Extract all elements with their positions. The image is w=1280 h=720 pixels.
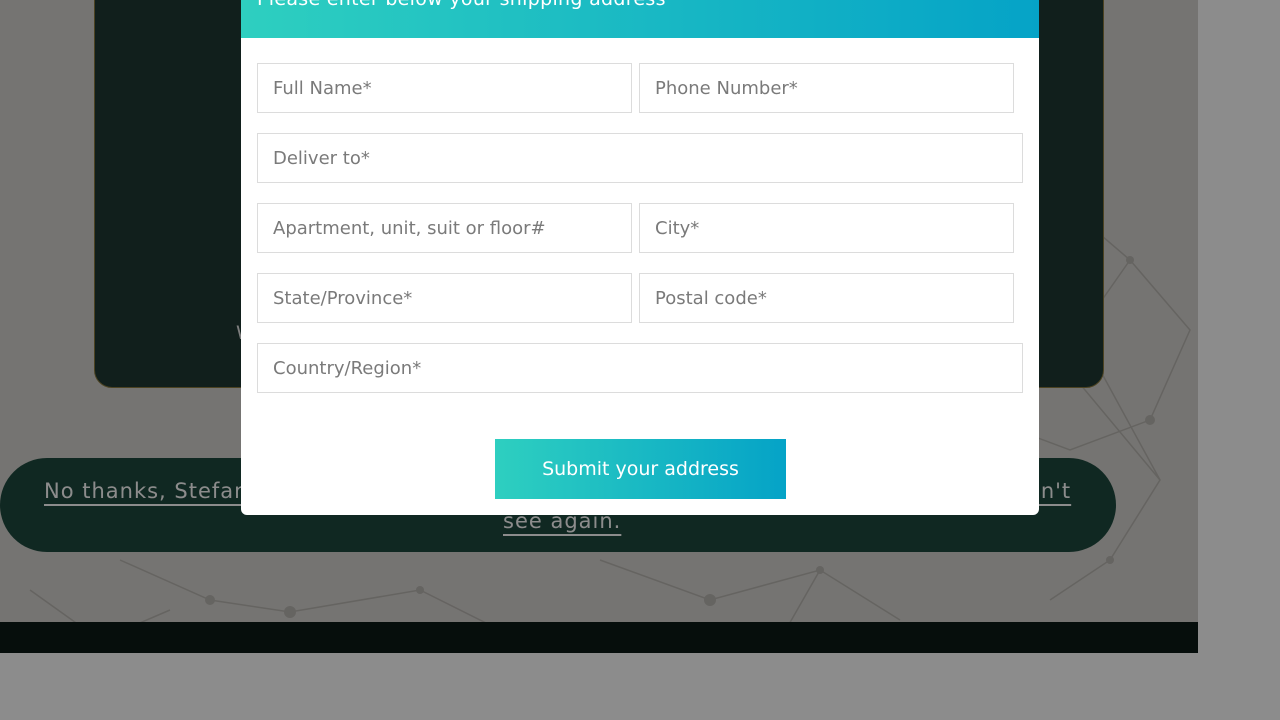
full-name-field[interactable] — [257, 63, 632, 113]
close-icon[interactable]: × — [997, 0, 1019, 6]
phone-number-field[interactable] — [639, 63, 1014, 113]
submit-address-button[interactable]: Submit your address — [495, 439, 786, 499]
city-field[interactable] — [639, 203, 1014, 253]
shipping-address-modal: Please enter below your shipping address… — [241, 0, 1039, 515]
apartment-field[interactable] — [257, 203, 632, 253]
modal-title: Please enter below your shipping address — [257, 0, 666, 10]
postal-code-field[interactable] — [639, 273, 1014, 323]
deliver-to-field[interactable] — [257, 133, 1023, 183]
country-region-field[interactable] — [257, 343, 1023, 393]
modal-header: Please enter below your shipping address… — [241, 0, 1039, 38]
state-province-field[interactable] — [257, 273, 632, 323]
